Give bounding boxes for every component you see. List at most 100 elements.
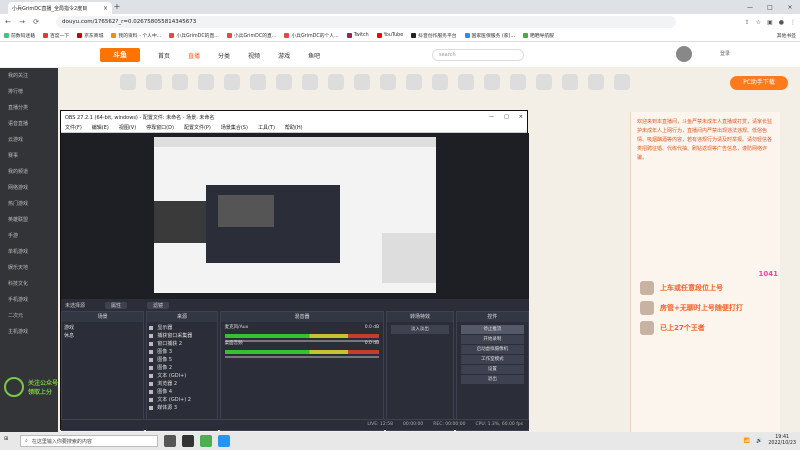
site-logo[interactable]: 斗鱼: [100, 48, 140, 62]
sidebar-item[interactable]: 手游: [0, 228, 58, 244]
bookmark-item[interactable]: 小兵GrimDC的直...: [226, 32, 276, 39]
source-item[interactable]: 媒体源 3: [149, 404, 214, 412]
maximize-icon[interactable]: □: [760, 0, 780, 14]
control-button[interactable]: 工作室模式: [460, 355, 525, 364]
sidebar-item[interactable]: 我的关注: [0, 68, 58, 84]
site-nav-item[interactable]: 游戏: [278, 51, 290, 60]
site-nav-item[interactable]: 直播: [188, 51, 200, 60]
control-button[interactable]: 设置: [460, 365, 525, 374]
category-icon[interactable]: [458, 74, 474, 90]
sidebar-item[interactable]: 语音直播: [0, 116, 58, 132]
source-item[interactable]: 窗口捕获 2: [149, 340, 214, 348]
transition-select[interactable]: 淡入淡出: [391, 325, 449, 334]
sidebar-item[interactable]: 英雄联盟: [0, 212, 58, 228]
control-button[interactable]: 启动虚拟摄像机: [460, 345, 525, 354]
bookmark-item[interactable]: Twitch: [346, 33, 369, 38]
sidebar-item[interactable]: 赛事: [0, 148, 58, 164]
source-item[interactable]: 图像 2: [149, 364, 214, 372]
category-icon[interactable]: [276, 74, 292, 90]
clock[interactable]: 19:41 2022/10/23: [768, 435, 796, 447]
bookmark-item[interactable]: 小兵GrimDC的直...: [169, 32, 219, 39]
bookmark-item[interactable]: 抖音创作服务平台: [411, 32, 457, 39]
source-item[interactable]: 浏览器 2: [149, 380, 214, 388]
site-nav-item[interactable]: 鱼吧: [308, 51, 320, 60]
site-nav-item[interactable]: 视频: [248, 51, 260, 60]
obs-menu-item[interactable]: 视图(V): [119, 124, 136, 131]
bookmark-item[interactable]: YouTube: [376, 33, 403, 38]
category-icon[interactable]: [198, 74, 214, 90]
source-item[interactable]: 图像 3: [149, 348, 214, 356]
category-icon[interactable]: [432, 74, 448, 90]
properties-button[interactable]: 属性: [105, 301, 128, 309]
source-item[interactable]: 图像 5: [149, 356, 214, 364]
close-tab-icon[interactable]: ×: [103, 5, 108, 12]
bookmark-item[interactable]: 国家医保服务 (家)...: [464, 32, 515, 39]
source-item[interactable]: 图像 4: [149, 388, 214, 396]
menu-icon[interactable]: ⋮: [790, 19, 796, 26]
obs-close-icon[interactable]: ×: [519, 114, 523, 120]
category-icon[interactable]: [146, 74, 162, 90]
bookmark-item[interactable]: 小兵GrimDC的个人...: [284, 32, 339, 39]
bookmark-item[interactable]: 我的资料 - 个人中...: [111, 32, 161, 39]
obs-menu-item[interactable]: 停靠窗口(D): [146, 124, 174, 131]
category-icon[interactable]: [172, 74, 188, 90]
category-icon[interactable]: [354, 74, 370, 90]
bookmark-item[interactable]: 晒晒导航服: [522, 32, 554, 39]
sidebar-item[interactable]: 网络游戏: [0, 180, 58, 196]
bookmark-item[interactable]: 前数码迷籍: [4, 32, 35, 39]
back-icon[interactable]: ←: [4, 18, 12, 26]
category-icon[interactable]: [250, 74, 266, 90]
taskbar-search[interactable]: ⌕ 在这里输入你要搜索的内容: [20, 435, 158, 447]
obs-preview[interactable]: [61, 133, 529, 299]
obs-menu-item[interactable]: 工具(T): [258, 124, 275, 131]
category-icon[interactable]: [562, 74, 578, 90]
category-icon[interactable]: [614, 74, 630, 90]
source-item[interactable]: 捕获窗口采集器: [149, 332, 214, 340]
login-link[interactable]: 登录: [720, 50, 730, 57]
obs-menu-item[interactable]: 文件(F): [65, 124, 82, 131]
site-nav-item[interactable]: 首页: [158, 51, 170, 60]
extensions-icon[interactable]: ▣: [767, 19, 773, 26]
volume-icon[interactable]: 🔊: [756, 438, 762, 444]
category-icon[interactable]: [536, 74, 552, 90]
category-icon[interactable]: [380, 74, 396, 90]
sidebar-item[interactable]: 单机游戏: [0, 244, 58, 260]
category-icon[interactable]: [302, 74, 318, 90]
url-input[interactable]: douyu.com/176562?_r=0.02675805581434567​…: [56, 16, 676, 28]
scene-item[interactable]: 休息: [64, 332, 141, 340]
bookmark-item[interactable]: 百度一下: [43, 32, 69, 39]
obs-menu-item[interactable]: 场景集合(S): [221, 124, 248, 131]
control-button[interactable]: 开始录制: [460, 335, 525, 344]
wifi-icon[interactable]: 📶: [744, 438, 750, 444]
category-icon[interactable]: [484, 74, 500, 90]
forward-icon[interactable]: →: [18, 18, 26, 26]
site-search-input[interactable]: search: [432, 49, 524, 61]
pc-assistant-button[interactable]: PC助手下载: [730, 76, 788, 90]
minimize-icon[interactable]: —: [740, 0, 760, 14]
sidebar-item[interactable]: 云游戏: [0, 132, 58, 148]
category-icon[interactable]: [510, 74, 526, 90]
category-icon[interactable]: [588, 74, 604, 90]
control-button[interactable]: 退出: [460, 375, 525, 384]
scene-item[interactable]: 游戏: [64, 324, 141, 332]
sidebar-item[interactable]: 手机游戏: [0, 292, 58, 308]
obs-menu-item[interactable]: 配置文件(P): [184, 124, 211, 131]
reload-icon[interactable]: ⟳: [32, 18, 40, 26]
source-item[interactable]: 文本 (GDI+): [149, 372, 214, 380]
sidebar-item[interactable]: 排行榜: [0, 84, 58, 100]
edge-taskbar-icon[interactable]: [218, 435, 230, 447]
volume-slider[interactable]: [224, 356, 380, 358]
sidebar-item[interactable]: 科技文化: [0, 276, 58, 292]
obs-menu-item[interactable]: 帮助(H): [285, 124, 303, 131]
obs-taskbar-icon[interactable]: [182, 435, 194, 447]
bookmark-other[interactable]: 其他书签: [777, 32, 796, 39]
new-tab-button[interactable]: +: [112, 2, 122, 12]
task-view-icon[interactable]: [164, 435, 176, 447]
obs-menu-item[interactable]: 编辑(E): [92, 124, 109, 131]
filters-button[interactable]: 滤镜: [147, 301, 170, 309]
obs-maximize-icon[interactable]: □: [504, 114, 509, 120]
windows-start-icon[interactable]: ⊞: [4, 436, 14, 446]
browser-tab[interactable]: 小兵GrimDC直播_全局指令2度目 ×: [8, 2, 112, 14]
share-icon[interactable]: ⇪: [745, 19, 750, 26]
sidebar-item[interactable]: 二次元: [0, 308, 58, 324]
